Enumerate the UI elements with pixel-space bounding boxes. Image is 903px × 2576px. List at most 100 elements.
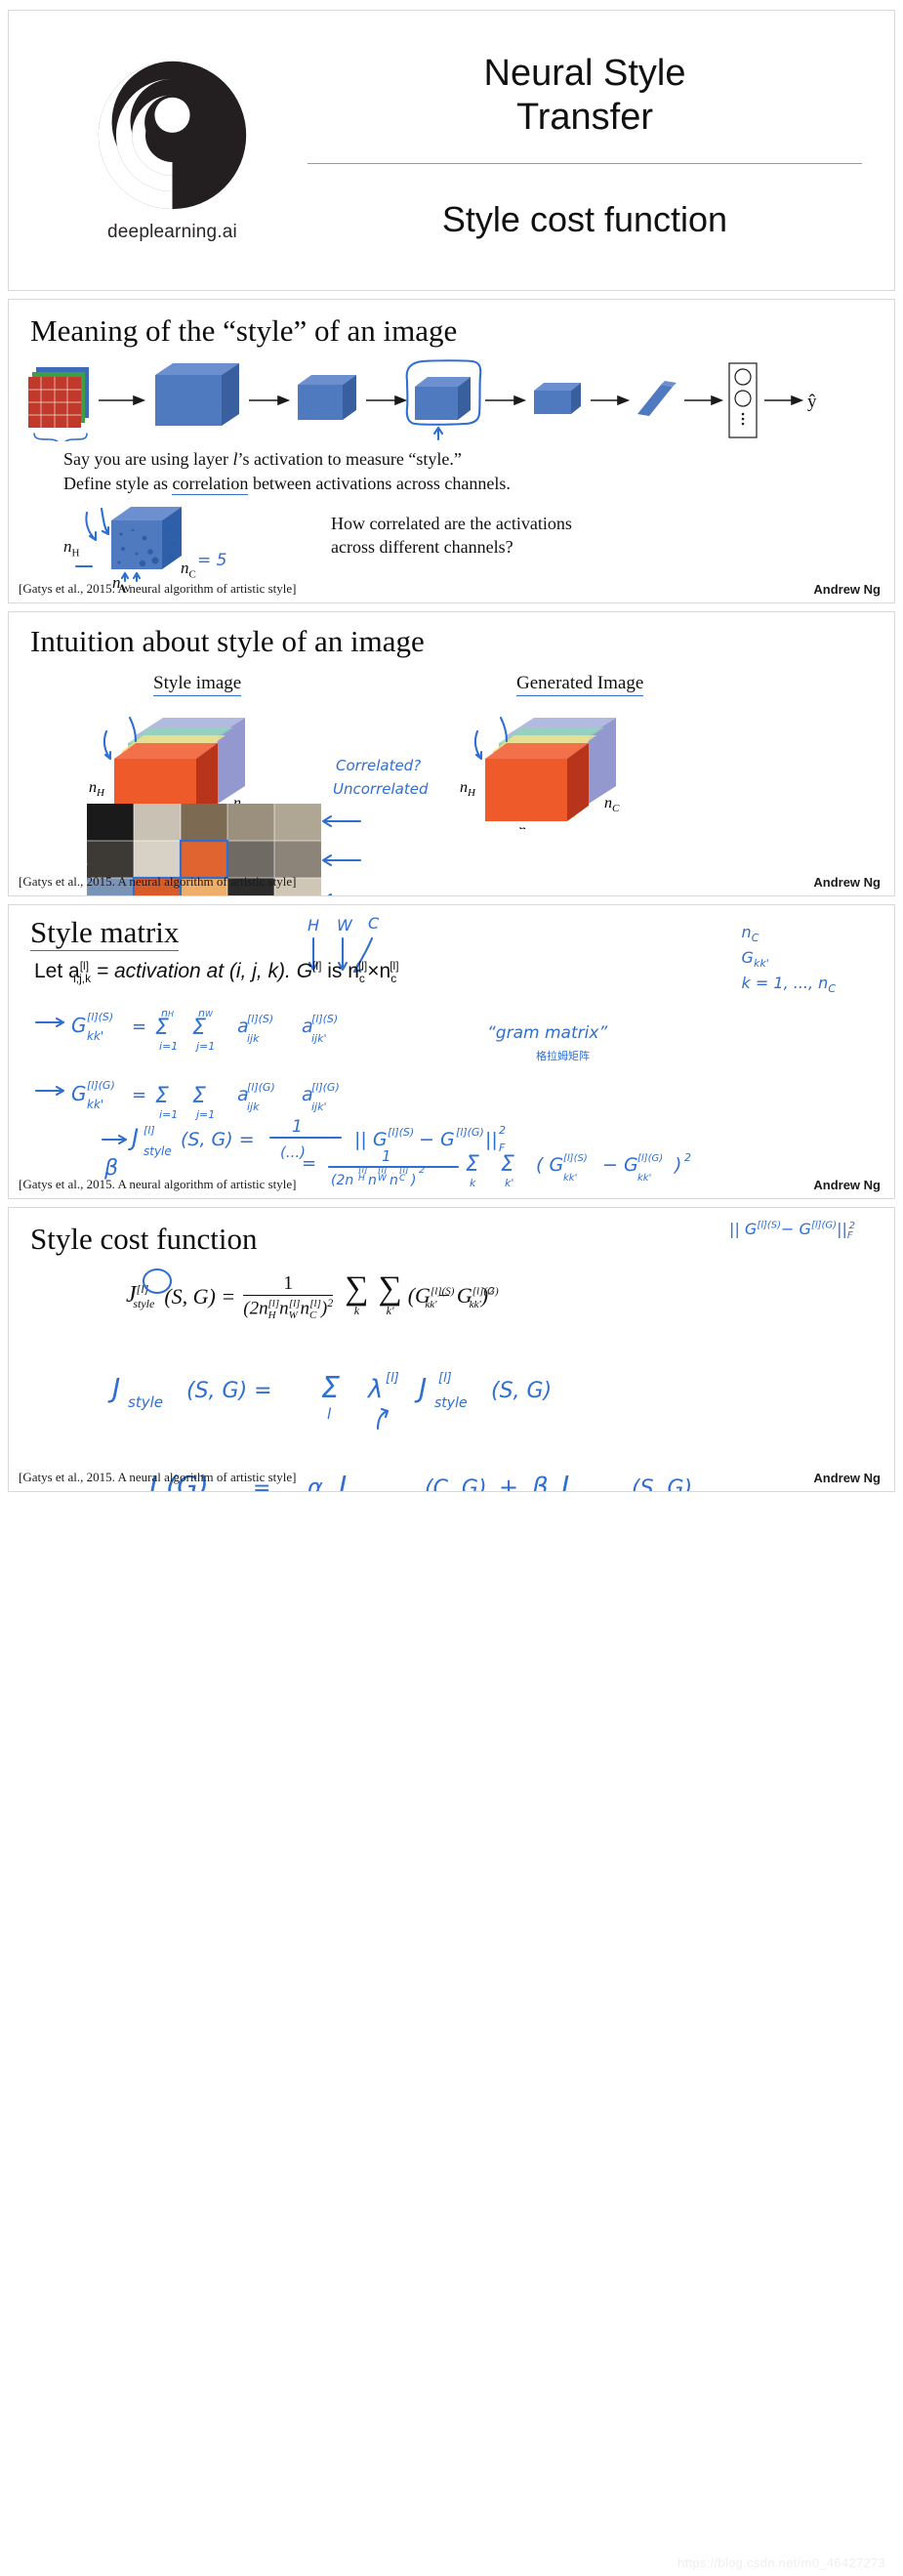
slide-deck-page: deeplearning.ai Neural Style Transfer St… (0, 0, 903, 2576)
svg-text:): ) (410, 1173, 416, 1188)
flatten-block (637, 381, 677, 416)
page-title: Style cost function (30, 1222, 258, 1256)
def-sup3: [l] (357, 959, 368, 973)
gram-g-sub: kk' (87, 1098, 103, 1111)
denom-w: W (288, 1309, 298, 1322)
svg-text:[l](G): [l](G) (456, 1126, 484, 1139)
body-close: ) (480, 1282, 489, 1308)
svg-text:[l](S): [l](S) (563, 1153, 588, 1164)
svg-text:ijk: ijk (247, 1032, 260, 1045)
author-label: Andrew Ng (813, 875, 881, 890)
denom-sup-w: [l] (288, 1298, 301, 1309)
beta-symbol: β (531, 1473, 549, 1492)
correlation-underlined: correlation (172, 474, 249, 495)
style-definition-line-2: Define style as correlation between acti… (63, 471, 511, 496)
nc-subscript: C (751, 932, 759, 945)
style-image-caption: Style image (153, 673, 242, 696)
nc-symbol: n (741, 923, 752, 941)
sum2-glyph: ∑ (378, 1270, 402, 1308)
body-minus: − G (436, 1282, 472, 1308)
svg-text:ijk': ijk' (311, 1032, 327, 1045)
line1-prefix: Say you are using layer (63, 449, 233, 469)
slide-intuition-about-style: Intuition about style of an image Style … (8, 611, 895, 896)
svg-text:=: = (132, 1085, 146, 1105)
norm-sub-f: F (846, 1230, 853, 1242)
course-title: Neural Style Transfer (302, 52, 868, 140)
def-sup4: [l] (390, 959, 399, 973)
citation: [Gatys et al., 2015. A neural algorithm … (19, 1177, 297, 1191)
svg-text:[l]: [l] (358, 1166, 368, 1176)
nc-label-right: nC (604, 795, 620, 814)
layer-l-arrow-annotation (432, 426, 444, 441)
jstyle3-args: (S, G) (632, 1476, 692, 1492)
citation: [Gatys et al., 2015. A neural algorithm … (19, 1470, 297, 1484)
page-title: Intuition about style of an image (30, 624, 425, 658)
svg-text:[l]: [l] (144, 1124, 155, 1137)
def-nc2: c (390, 972, 397, 986)
slide-style-cost-function: Style cost function || G[l](S)− G[l](G)|… (8, 1207, 895, 1492)
sum1-glyph: ∑ (345, 1270, 369, 1308)
gram-matrix-annotation: “gram matrix” (487, 1023, 607, 1043)
svg-text:k: k (470, 1177, 476, 1189)
denom-h: H (267, 1309, 276, 1322)
style-definition-line-1: Say you are using layer l’s activation t… (63, 446, 462, 472)
svg-text:1: 1 (292, 1117, 303, 1137)
mosaic-arrow-annotations (321, 814, 362, 895)
svg-text:[l](G): [l](G) (637, 1153, 663, 1164)
gram-s-equation: G (71, 1014, 87, 1037)
author-label: Andrew Ng (813, 1471, 881, 1485)
svg-text:n: n (368, 1173, 377, 1188)
svg-text:2: 2 (419, 1165, 425, 1176)
question-line-2: across different channels? (331, 537, 513, 557)
sum2-index: k' (386, 1304, 394, 1317)
h-annotation: H (308, 916, 319, 935)
denom-ncc: n (300, 1298, 309, 1319)
nc-annotation: nC (742, 921, 836, 946)
jstyle-sub: style (128, 1393, 163, 1411)
jstyle-args: (S, G) = (186, 1379, 272, 1403)
denom-2n: 2n (249, 1298, 268, 1319)
nc-label: nC (181, 559, 196, 580)
jstyle3-letter: J (556, 1470, 569, 1492)
yhat-label: ŷ (807, 392, 817, 412)
sum1-index: k (353, 1304, 360, 1317)
body-sub2: kk' (469, 1299, 481, 1311)
generated-image-caption: Generated Image (516, 673, 644, 696)
fraction-numerator: 1 (283, 1272, 294, 1294)
nh-label-right: nH (460, 779, 476, 799)
svg-text:): ) (673, 1154, 681, 1176)
body-sub1: kk' (425, 1299, 437, 1311)
svg-text:[l]: [l] (399, 1166, 409, 1176)
input-image-icon (28, 367, 89, 428)
gram-s-sup: [l](S) (87, 1011, 113, 1023)
lecture-subtitle: Style cost function (441, 198, 728, 239)
sum-k: ∑ k (345, 1270, 369, 1318)
denom-sup-h: [l] (267, 1298, 280, 1309)
yellow-stroke-annotation (128, 716, 138, 743)
page-title: Meaning of the “style” of an image (30, 313, 458, 348)
svg-text:i=1: i=1 (159, 1040, 178, 1053)
nc-subscript: C (188, 568, 196, 581)
svg-text:[l](G): [l](G) (311, 1081, 340, 1094)
generated-image-volume-diagram: nC nW nH (460, 716, 620, 829)
jstyle2-sub: style (434, 1395, 468, 1411)
svg-text:=: = (302, 1153, 316, 1174)
norm-close: || (837, 1220, 847, 1238)
uncorrelated-annotation: Uncorrelated (333, 780, 429, 798)
svg-text:[l](S): [l](S) (388, 1126, 414, 1139)
svg-text:Σ: Σ (501, 1152, 514, 1177)
svg-text:1: 1 (382, 1147, 391, 1165)
deeplearning-logo-block: deeplearning.ai (67, 48, 277, 263)
brand-label: deeplearning.ai (107, 222, 237, 242)
output-layer-icon (728, 362, 758, 438)
jcontent-letter: J (334, 1470, 347, 1492)
source-watermark: https://blog.csdn.net/m0_46427273 (677, 2555, 885, 2570)
gram-s-sub: kk' (87, 1029, 103, 1043)
gram-g-equation: G (71, 1082, 87, 1105)
arrow-annotation-2 (100, 507, 110, 536)
lambda-pointer-arrow (376, 1407, 390, 1431)
title-column: Neural Style Transfer Style cost functio… (302, 52, 868, 240)
svg-text:Σ: Σ (155, 1084, 169, 1108)
input-brace-annotation (33, 433, 88, 441)
norm-sup-s: [l](S) (757, 1220, 782, 1231)
